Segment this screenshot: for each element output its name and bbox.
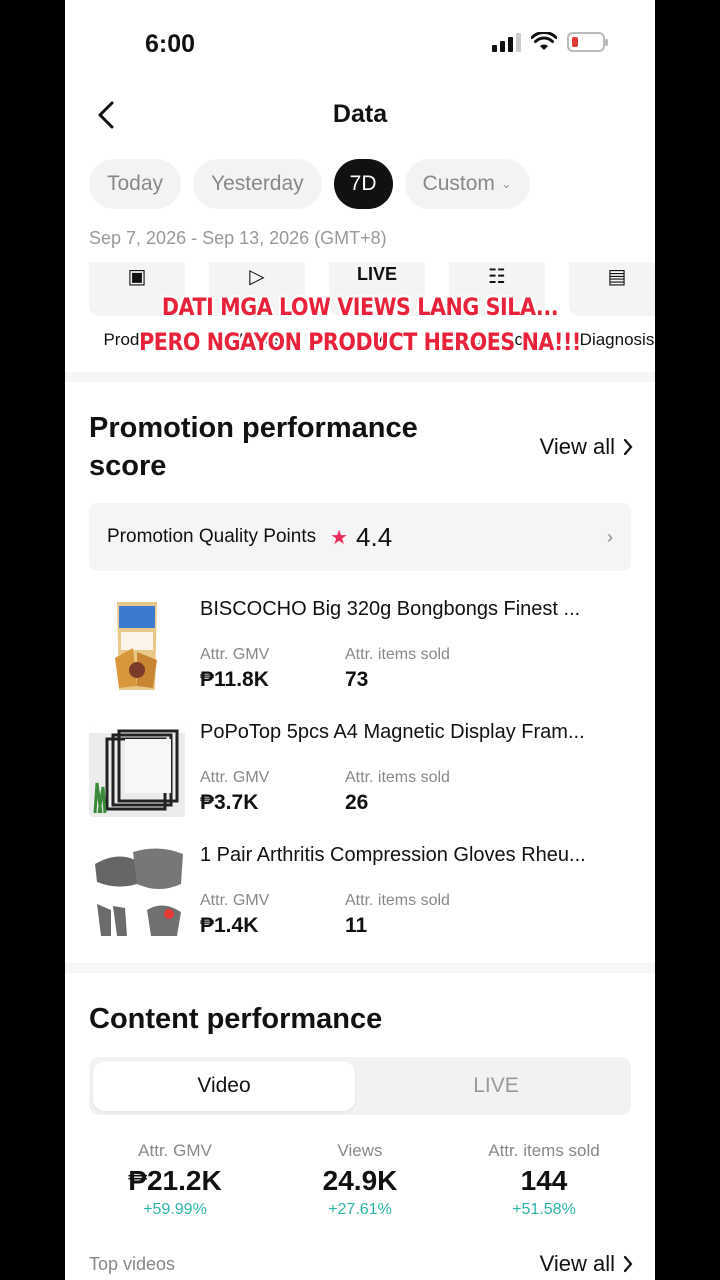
status-bar: 6:00	[65, 0, 655, 90]
product-thumbnail	[89, 598, 185, 694]
metric-gmv: Attr. GMV ₱21.2K +59.99%	[85, 1141, 265, 1219]
metric-value: ₱21.2K	[128, 1165, 222, 1196]
items-sold-label: Attr. items sold	[345, 769, 450, 786]
content-title: Content performance	[89, 1003, 383, 1035]
product-thumbnail	[89, 844, 185, 940]
signal-icon	[492, 32, 521, 52]
header: Data	[65, 90, 655, 140]
items-sold-label: Attr. items sold	[345, 646, 450, 663]
overlay-caption-line1: DATI MGA LOW VIEWS LANG SILA...	[161, 293, 559, 321]
metric-value: 24.9K	[322, 1165, 398, 1196]
gmv-label: Attr. GMV	[200, 646, 270, 663]
product-thumbnail	[89, 721, 185, 817]
metric-views: Views 24.9K +27.61%	[270, 1141, 450, 1219]
product-row[interactable]: PoPoTop 5pcs A4 Magnetic Display Fram...…	[89, 721, 649, 821]
date-range: Sep 7, 2026 - Sep 13, 2026 (GMT+8)	[89, 228, 387, 248]
product-gmv: ₱3.7K	[200, 791, 259, 814]
chevron-right-icon: ›	[607, 526, 613, 547]
product-name: BISCOCHO Big 320g Bongbongs Finest ...	[200, 598, 581, 620]
product-row[interactable]: BISCOCHO Big 320g Bongbongs Finest ... A…	[89, 598, 649, 698]
top-videos-label: Top videos	[89, 1254, 176, 1274]
battery-icon	[567, 32, 608, 52]
chevron-right-icon	[623, 1255, 633, 1273]
promotion-title: Promotion performance score	[89, 412, 418, 482]
chip-custom[interactable]: Custom ⌄	[404, 159, 530, 209]
metric-label: Attr. GMV	[138, 1141, 212, 1160]
chip-today[interactable]: Today	[89, 159, 182, 209]
star-icon: ★	[330, 526, 349, 549]
product-row[interactable]: 1 Pair Arthritis Compression Gloves Rheu…	[89, 844, 649, 944]
page-title: Data	[332, 100, 388, 128]
product-gmv: ₱1.4K	[200, 914, 259, 937]
view-all-label: View all	[539, 434, 615, 459]
quality-label: Promotion Quality Points	[107, 526, 317, 547]
product-items-sold: 73	[345, 668, 369, 691]
top-videos-view-all[interactable]: View all	[540, 1251, 633, 1277]
chip-yesterday[interactable]: Yesterday	[193, 159, 322, 209]
gmv-label: Attr. GMV	[200, 769, 270, 786]
status-icons	[492, 32, 608, 52]
chevron-down-icon: ⌄	[500, 176, 512, 191]
wifi-icon	[531, 32, 557, 50]
view-all-label: View all	[539, 1251, 615, 1276]
promotion-quality-row[interactable]: Promotion Quality Points ★ 4.4 ›	[89, 503, 631, 571]
metric-change: +27.61%	[328, 1201, 392, 1218]
overlay-caption-line2: PERO NGAYON PRODUCT HEROES NA!!!	[139, 328, 581, 356]
items-sold-label: Attr. items sold	[345, 892, 450, 909]
metric-change: +51.58%	[512, 1201, 576, 1218]
metric-value: 144	[520, 1165, 568, 1196]
product-name: PoPoTop 5pcs A4 Magnetic Display Fram...	[200, 721, 585, 743]
product-name: 1 Pair Arthritis Compression Gloves Rheu…	[200, 844, 586, 866]
phone-screen: 6:00 Data Today Yesterday 7D Custom ⌄ Se…	[65, 0, 655, 1280]
product-items-sold: 26	[345, 791, 369, 814]
metric-label: Attr. items sold	[488, 1141, 600, 1160]
chip-custom-label: Custom	[422, 172, 495, 195]
tab-video[interactable]: Video	[93, 1061, 355, 1111]
chip-7d[interactable]: 7D	[333, 159, 393, 209]
chevron-right-icon	[623, 438, 633, 456]
date-filter-chips: Today Yesterday 7D Custom ⌄	[89, 159, 530, 209]
divider	[65, 372, 655, 382]
product-gmv: ₱11.8K	[200, 668, 269, 691]
product-items-sold: 11	[345, 914, 368, 937]
content-tab-switch: Video LIVE	[89, 1057, 631, 1115]
status-time: 6:00	[145, 30, 196, 58]
metric-label: Views	[337, 1141, 383, 1160]
metric-change: +59.99%	[143, 1201, 207, 1218]
gmv-label: Attr. GMV	[200, 892, 270, 909]
divider	[65, 963, 655, 973]
quality-score: 4.4	[356, 521, 393, 552]
metric-items-sold: Attr. items sold 144 +51.58%	[454, 1141, 634, 1219]
tab-live[interactable]: LIVE	[365, 1061, 627, 1111]
promotion-view-all[interactable]: View all	[540, 434, 633, 460]
